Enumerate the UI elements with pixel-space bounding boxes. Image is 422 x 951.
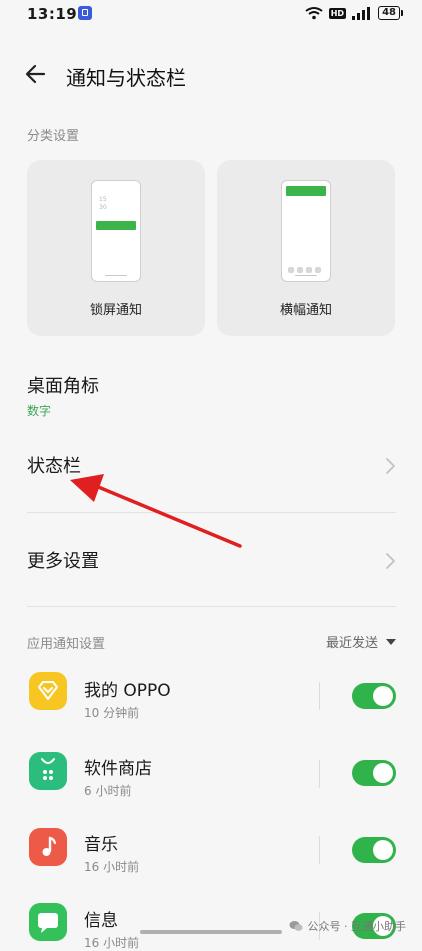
app-last-sent: 10 分钟前: [84, 706, 140, 720]
chevron-right-icon: [386, 458, 395, 474]
app-store-toggle[interactable]: [352, 760, 396, 786]
hd-badge: HD: [328, 7, 347, 19]
desktop-badge-row[interactable]: 桌面角标 数字: [27, 372, 396, 424]
desktop-badge-value: 数字: [27, 404, 52, 418]
watermark: 公众号 · 互通小助手: [289, 918, 407, 934]
preview-clock-hour: 15: [99, 196, 107, 203]
my-oppo-toggle[interactable]: [352, 683, 396, 709]
category-section-label: 分类设置: [27, 129, 80, 144]
status-icons: HD 48: [305, 6, 403, 20]
preview-banner-bar: [286, 186, 326, 196]
lock-screen-preview: 15 30: [91, 180, 141, 282]
lock-screen-notification-card[interactable]: 15 30 锁屏通知: [27, 160, 205, 336]
desktop-badge-title: 桌面角标: [27, 376, 99, 397]
signal-icon: [352, 6, 371, 20]
music-app-icon: [29, 828, 67, 866]
status-bar-row[interactable]: 状态栏: [27, 452, 396, 482]
wechat-icon: [289, 921, 302, 931]
divider: [27, 512, 396, 513]
home-indicator[interactable]: [140, 930, 282, 934]
divider: [27, 606, 396, 607]
banner-preview: [281, 180, 331, 282]
card-label: 锁屏通知: [89, 303, 142, 318]
more-settings-row[interactable]: 更多设置: [27, 547, 396, 577]
app-name: 我的 OPPO: [84, 681, 171, 701]
my-oppo-app-icon: [29, 672, 67, 710]
page-title: 通知与状态栏: [66, 66, 186, 90]
wifi-icon: [305, 7, 323, 20]
app-name: 音乐: [84, 835, 118, 855]
preview-homebar: [105, 274, 127, 276]
sort-label: 最近发送: [325, 636, 378, 651]
watermark-text: 公众号 · 互通小助手: [307, 920, 407, 933]
sort-dropdown[interactable]: 最近发送: [326, 632, 396, 651]
preview-notification-bar: [96, 221, 136, 230]
divider: [319, 682, 320, 710]
app-last-sent: 6 小时前: [84, 784, 132, 798]
battery-icon: 48: [378, 6, 403, 20]
status-time: 13:19: [27, 5, 78, 23]
banner-notification-card[interactable]: 横幅通知: [217, 160, 395, 336]
card-label: 横幅通知: [279, 303, 332, 318]
back-arrow-icon[interactable]: [22, 60, 50, 88]
app-last-sent: 16 小时前: [84, 860, 140, 874]
preview-dock: [288, 267, 321, 273]
music-toggle[interactable]: [352, 837, 396, 863]
notification-app-icon: [78, 6, 92, 20]
app-notifications-label: 应用通知设置: [27, 637, 106, 652]
divider: [319, 836, 320, 864]
app-store-app-icon: [29, 752, 67, 790]
preview-homebar: [295, 274, 317, 276]
messages-app-icon: [29, 903, 67, 941]
preview-clock-minute: 30: [99, 204, 107, 211]
more-settings-title: 更多设置: [27, 551, 99, 572]
app-name: 信息: [84, 911, 118, 931]
chevron-right-icon: [386, 553, 395, 569]
caret-down-icon: [386, 638, 396, 645]
app-name: 软件商店: [84, 759, 152, 779]
status-bar-title: 状态栏: [27, 456, 81, 477]
divider: [319, 760, 320, 788]
